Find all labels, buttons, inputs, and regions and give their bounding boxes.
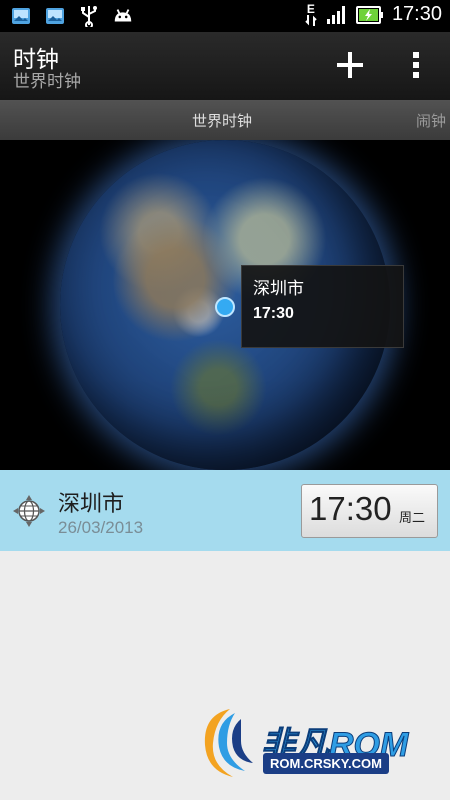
gallery-notification-icon	[10, 5, 32, 27]
globe-view[interactable]: 深圳市 17:30	[0, 140, 450, 470]
add-city-button[interactable]	[330, 45, 370, 85]
tab-bar: 世界时钟 闹钟	[0, 100, 450, 140]
watermark-logo-icon	[195, 705, 265, 783]
watermark: 非凡ROM ROM.CRSKY.COM	[195, 705, 440, 793]
network-type-label: E	[306, 1, 315, 16]
tab-alarm[interactable]: 闹钟	[416, 110, 446, 131]
plus-icon	[337, 52, 363, 78]
city-weekday: 周二	[399, 511, 426, 526]
popup-city-time: 17:30	[253, 305, 294, 322]
status-bar-notifications	[10, 5, 134, 27]
signal-icon	[326, 4, 348, 26]
city-time: 17:30	[309, 490, 392, 527]
list-item[interactable]: 深圳市 26/03/2013 17:30 周二	[0, 470, 450, 551]
network-e-icon: E	[304, 1, 318, 26]
city-date: 26/03/2013	[58, 518, 144, 537]
status-bar-clock: 17:30	[391, 3, 442, 25]
gallery-notification-icon	[44, 5, 66, 27]
popup-city-name: 深圳市	[253, 279, 304, 299]
usb-icon	[78, 5, 100, 27]
overflow-menu-icon	[413, 52, 419, 78]
city-name: 深圳市	[58, 492, 125, 517]
watermark-url: ROM.CRSKY.COM	[263, 753, 389, 774]
city-location-marker[interactable]	[215, 297, 235, 317]
world-globe-icon	[12, 494, 46, 528]
status-bar-system: E 17:30	[304, 3, 442, 26]
city-time-button[interactable]: 17:30 周二	[301, 484, 438, 538]
battery-charging-icon	[355, 4, 384, 26]
status-bar: E 17:30	[0, 0, 450, 32]
app-subtitle: 世界时钟	[13, 72, 81, 92]
tab-world-clock[interactable]: 世界时钟	[192, 110, 252, 131]
overflow-menu-button[interactable]	[398, 45, 434, 85]
city-popup[interactable]: 深圳市 17:30	[241, 265, 404, 348]
android-debug-icon	[112, 5, 134, 27]
action-bar: 时钟 世界时钟	[0, 32, 450, 100]
